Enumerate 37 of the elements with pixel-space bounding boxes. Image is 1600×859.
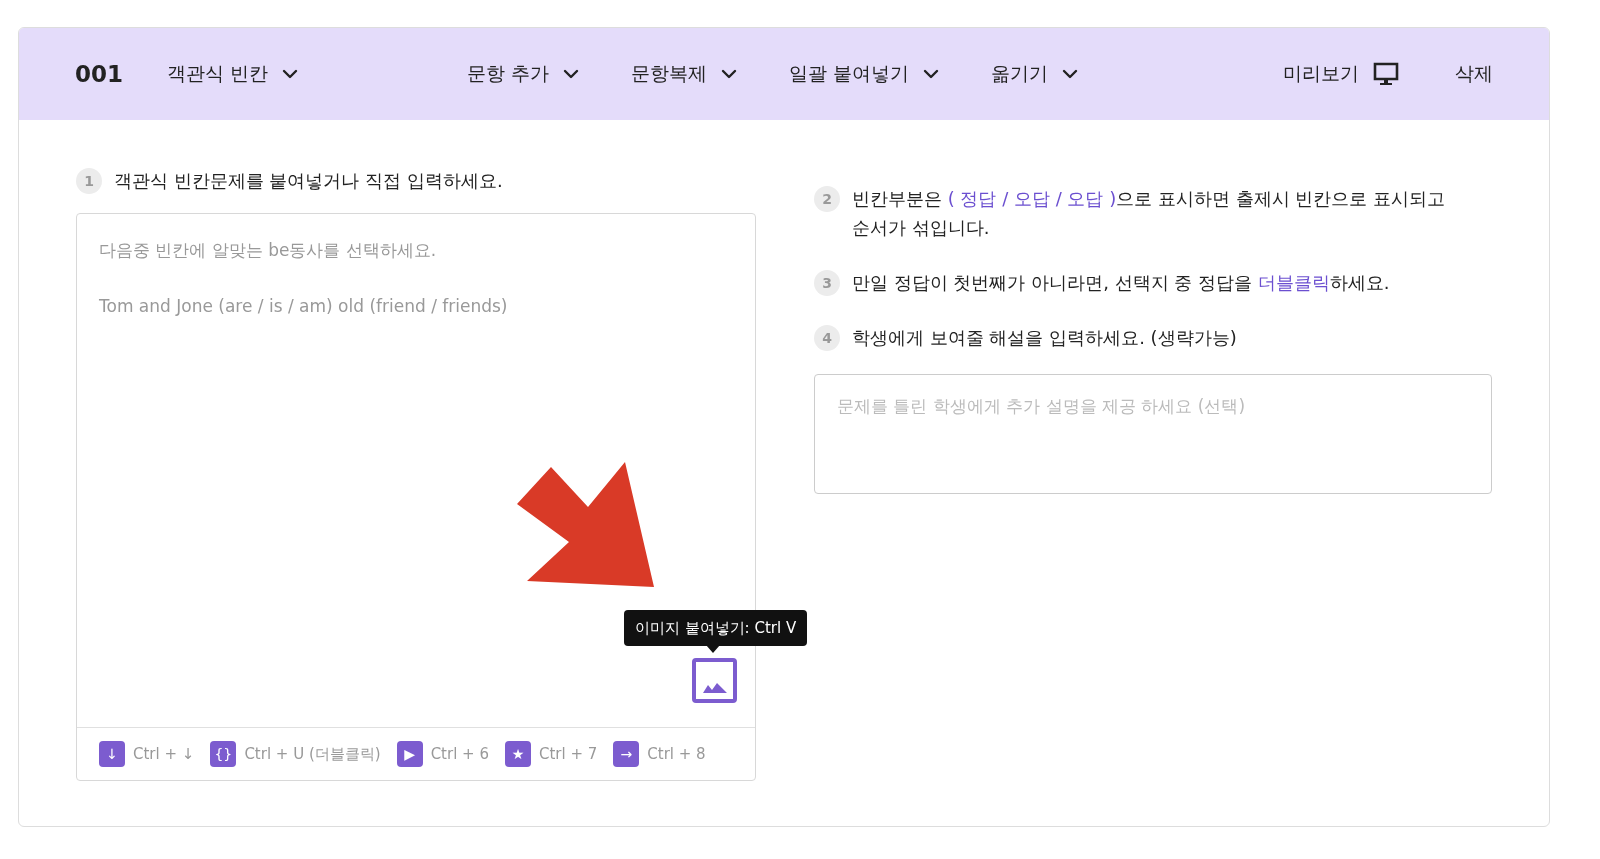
chevron-down-icon: [563, 69, 580, 79]
chevron-down-icon: [923, 69, 940, 79]
shortcut-label: Ctrl + U (더블클릭): [244, 744, 381, 764]
explanation-input[interactable]: 문제를 틀린 학생에게 추가 설명을 제공 하세요 (선택): [814, 374, 1492, 494]
menu-dropdown[interactable]: 옮기기: [991, 61, 1079, 87]
question-number: 001: [75, 61, 124, 87]
preview-button[interactable]: 미리보기: [1283, 61, 1399, 87]
monitor-icon: [1373, 62, 1399, 86]
shortcut-icon: ↓: [99, 741, 125, 767]
shortcut-label: Ctrl + 6: [430, 745, 489, 763]
chevron-down-icon: [1062, 69, 1079, 79]
shortcut-icon: {}: [210, 741, 237, 767]
shortcut-label: Ctrl + ↓: [133, 745, 195, 763]
instruction-text: 만일 정답이 첫번째가 아니라면, 선택지 중 정답을 더블클릭하세요.: [852, 271, 1390, 295]
delete-button[interactable]: 삭제: [1455, 61, 1493, 87]
step-number: 2: [814, 186, 840, 212]
menu-dropdown[interactable]: 문항복제: [631, 61, 738, 87]
step-number: 3: [814, 270, 840, 296]
shortcut-label: Ctrl + 7: [538, 745, 598, 763]
instruction-text: 빈칸부분은 ( 정답 / 오답 / 오답 )으로 표시하면 출제시 빈칸으로 표시되고 순서가 섞입니다.: [852, 187, 1447, 240]
question-type-dropdown[interactable]: 객관식 빈칸: [167, 61, 299, 87]
image-paste-button[interactable]: [692, 658, 737, 703]
tooltip: 이미지 붙여넣기: Ctrl V: [624, 610, 807, 646]
tooltip-pointer: [706, 645, 720, 653]
image-icon: [702, 681, 727, 693]
instruction-text: 객관식 빈칸문제를 붙여넣거나 직접 입력하세요.: [114, 169, 503, 193]
shortcut-icon: ▶: [396, 741, 423, 767]
menu-dropdown[interactable]: 일괄 붙여넣기: [789, 61, 940, 87]
shortcut-label: Ctrl + 8: [647, 745, 706, 763]
step-number: 1: [76, 168, 102, 194]
menu-dropdown[interactable]: 문항 추가: [467, 61, 580, 87]
step-number: 4: [814, 325, 840, 351]
shortcut-icon: ★: [504, 741, 531, 767]
instruction-text: 학생에게 보여줄 해설을 입력하세요. (생략가능): [852, 326, 1237, 350]
shortcut-icon: →: [613, 741, 640, 767]
chevron-down-icon: [282, 69, 299, 79]
chevron-down-icon: [721, 69, 738, 79]
